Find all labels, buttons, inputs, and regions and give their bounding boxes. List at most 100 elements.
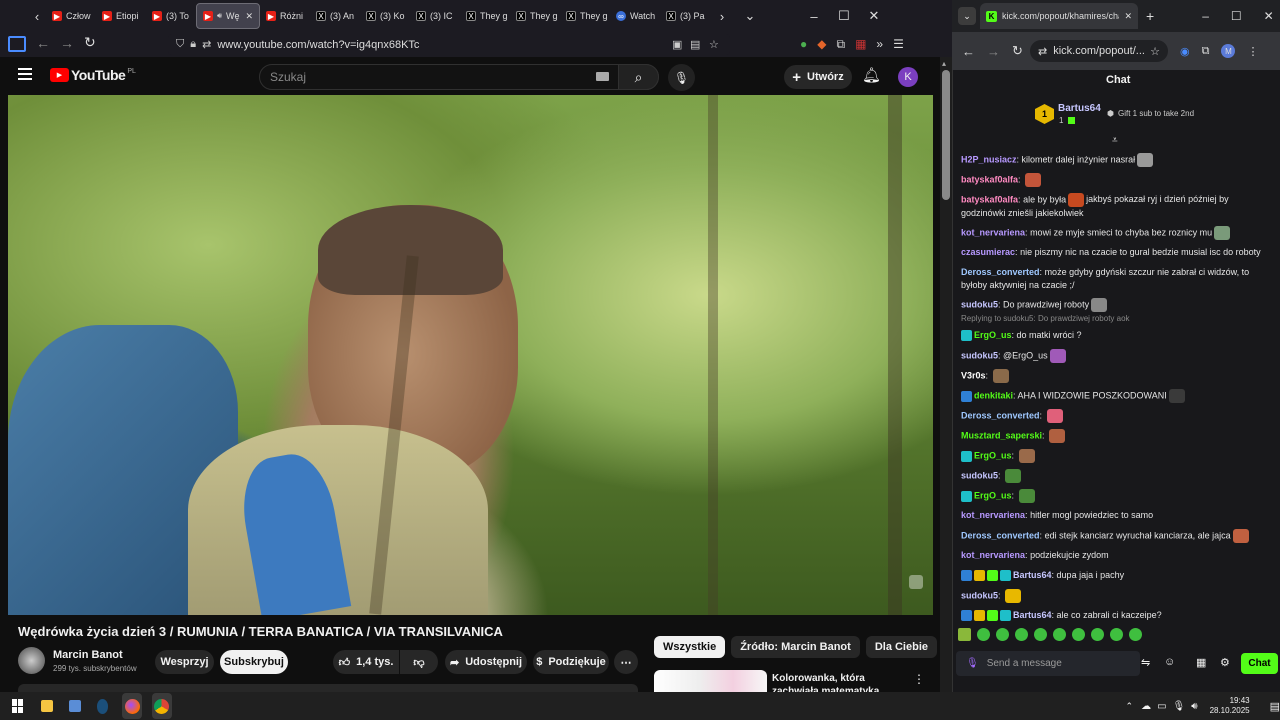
network-icon[interactable]: ▭ [1157, 701, 1166, 712]
top-gifter-name[interactable]: Bartus64 [1058, 103, 1101, 114]
rec-title[interactable]: Kolorowanka, która zachwiała matematyką [772, 672, 904, 692]
emoji-icon[interactable]: ☺ [1164, 656, 1175, 668]
lock-icon[interactable]: 🔒︎ [190, 38, 196, 51]
chat-username[interactable]: ErgO_us [974, 450, 1012, 460]
tab-item[interactable]: ∞ Watch [610, 3, 660, 29]
chat-message[interactable]: H2P_nusiacz: kilometr dalej inżynier nas… [961, 153, 1271, 167]
quick-emote-icon[interactable] [1034, 628, 1047, 641]
bookmark-star-icon[interactable]: ☆ [709, 38, 719, 51]
channel-name[interactable]: Marcin Banot [53, 649, 123, 661]
chat-username[interactable]: batyskaf0alfa [961, 194, 1018, 204]
forward-icon[interactable]: → [987, 44, 1000, 59]
chat-message[interactable]: ErgO_us: do matki wróci ? [961, 329, 1271, 342]
create-button[interactable]: + Utwórz [784, 65, 852, 89]
like-button[interactable]: 👍︎ 1,4 tys. [333, 650, 399, 674]
chat-username[interactable]: kot_nervariena [961, 550, 1025, 560]
bookmark-star-icon[interactable]: ☆ [1150, 45, 1160, 58]
chat-message[interactable]: ErgO_us: [961, 489, 1271, 503]
volume-icon[interactable]: 🔊︎ [1191, 701, 1197, 712]
sidebar-toggle-icon[interactable] [8, 36, 26, 52]
minimize-icon[interactable]: – [1202, 9, 1209, 23]
chat-message[interactable]: batyskaf0alfa: ale by była jakbyś pokazał… [961, 193, 1271, 220]
new-tab-icon[interactable]: + [1146, 8, 1154, 24]
chat-message[interactable]: denkitaki: AHA I WIDZOWIE POSZKODOWANI [961, 389, 1271, 403]
chat-message[interactable]: czasumierac: nie piszmy nic na czacie to… [961, 246, 1271, 259]
chat-message[interactable]: sudoku5: [961, 589, 1271, 603]
scroll-right-icon[interactable]: › [710, 4, 734, 28]
extension-icon[interactable]: ● [800, 37, 807, 52]
reply-reference[interactable]: Replying to sudoku5: Do prawdziwej robot… [961, 312, 1271, 325]
channel-avatar[interactable] [18, 647, 45, 674]
chat-message[interactable]: V3r0s: [961, 369, 1271, 383]
tab-item[interactable]: X (3) Pa [660, 3, 710, 29]
reload-icon[interactable]: ↻ [84, 34, 96, 51]
chat-message[interactable]: kot_nervariena: mowi ze myje smieci to c… [961, 226, 1271, 240]
profile-avatar[interactable]: M [1221, 44, 1236, 58]
translate-icon[interactable]: ⇋ [1141, 656, 1150, 669]
mic-tray-icon[interactable]: 🎙︎ [1173, 701, 1186, 712]
tab-item[interactable]: X (3) IC [410, 3, 460, 29]
chat-message[interactable]: Bartus64: ale co zabrali ci kaczeipe? [961, 609, 1271, 622]
chat-message[interactable]: Deross_converted: może gdyby gdyński szc… [961, 266, 1271, 292]
chat-message[interactable]: kot_nervariena: hitler mogl powiedziec t… [961, 509, 1271, 522]
keyboard-icon[interactable] [596, 72, 609, 81]
chat-message[interactable]: kot_nervariena: podziekujcie zydom [961, 549, 1271, 562]
tab-item[interactable]: ▶ Etiopi [96, 3, 146, 29]
quick-emote-icon[interactable] [1110, 628, 1123, 641]
support-button[interactable]: Wesprzyj [155, 650, 214, 674]
scrollbar-up-icon[interactable]: ▴ [942, 59, 946, 68]
filter-chip[interactable]: Źródło: Marcin Banot [731, 636, 860, 658]
chrome-menu-icon[interactable]: ⋮ [1247, 45, 1258, 58]
pinned-expand-icon[interactable]: ⩡ [1112, 135, 1118, 146]
back-icon[interactable]: ← [36, 35, 50, 51]
send-chat-button[interactable]: Chat [1241, 653, 1278, 674]
chat-username[interactable]: Bartus64 [1013, 610, 1052, 620]
monitor-app-icon[interactable] [68, 700, 81, 712]
list-all-tabs-icon[interactable]: ‹ [28, 4, 46, 28]
url-bar[interactable]: ⛉ 🔒︎ ⇄ www.youtube.com/watch?v=ig4qnx68K… [168, 34, 730, 55]
chat-username[interactable]: Deross_converted [961, 530, 1040, 540]
forward-icon[interactable]: → [60, 35, 74, 51]
chat-username[interactable]: Deross_converted [961, 267, 1040, 277]
chat-username[interactable]: Musztard_saperski [961, 430, 1042, 440]
chat-tools-icon[interactable]: ▦ [1196, 656, 1206, 669]
youtube-logo[interactable]: ▶ YouTube PL [50, 67, 136, 83]
chat-message[interactable]: batyskaf0alfa: [961, 173, 1271, 187]
search-button[interactable]: ⌕ [618, 64, 659, 90]
chat-username[interactable]: ErgO_us [974, 330, 1012, 340]
extension-fox-icon[interactable]: ◆ [817, 37, 826, 52]
tray-expand-icon[interactable]: ⌃ [1126, 701, 1134, 712]
tab-item[interactable]: ▶ 🔊︎ Wę ✕ [196, 3, 260, 29]
chat-username[interactable]: Bartus64 [1013, 570, 1052, 580]
extension-icon[interactable]: ◉ [1180, 45, 1190, 58]
reader-view-icon[interactable]: ▤ [690, 38, 700, 51]
quick-emote-icon[interactable] [996, 628, 1009, 641]
audio-playing-icon[interactable]: 🔊︎ [217, 11, 222, 21]
scrollbar-thumb[interactable] [942, 70, 950, 200]
chat-username[interactable]: sudoku5 [961, 590, 998, 600]
tab-item[interactable]: X They g [510, 3, 560, 29]
notifications-icon[interactable]: ▤ [1270, 700, 1280, 713]
quick-emote-icon[interactable] [1053, 628, 1066, 641]
tab-search-icon[interactable]: ⌄ [958, 7, 976, 25]
mic-icon[interactable]: 🎙︎ [966, 658, 979, 669]
quick-emote-icon[interactable] [1129, 628, 1142, 641]
chat-username[interactable]: kot_nervariena [961, 510, 1025, 520]
chat-message[interactable]: sudoku5: Do prawdziwej roboty [961, 298, 1271, 312]
chat-message[interactable]: Deross_converted: [961, 409, 1271, 423]
chat-username[interactable]: batyskaf0alfa [961, 174, 1018, 184]
chat-input[interactable]: 🎙︎ Send a message [956, 651, 1140, 676]
thanks-button[interactable]: $ Podziękuje [533, 650, 609, 674]
quick-emote-icon[interactable] [958, 628, 971, 641]
chat-username[interactable]: czasumierac [961, 247, 1015, 257]
tab-kick[interactable]: K kick.com/popout/khamires/cha ✕ [980, 3, 1138, 29]
video-player[interactable] [8, 95, 933, 615]
start-windows-icon[interactable] [12, 699, 23, 713]
rec-thumbnail[interactable] [654, 670, 767, 692]
tab-list-dropdown-icon[interactable]: ⌄ [738, 4, 762, 28]
site-info-icon[interactable]: ⇄ [1038, 45, 1047, 58]
filter-chip[interactable]: Wszystkie [654, 636, 726, 658]
dislike-button[interactable]: 👎︎ [400, 650, 438, 674]
chat-username[interactable]: sudoku5 [961, 350, 998, 360]
rec-menu-icon[interactable]: ⋮ [913, 672, 925, 686]
